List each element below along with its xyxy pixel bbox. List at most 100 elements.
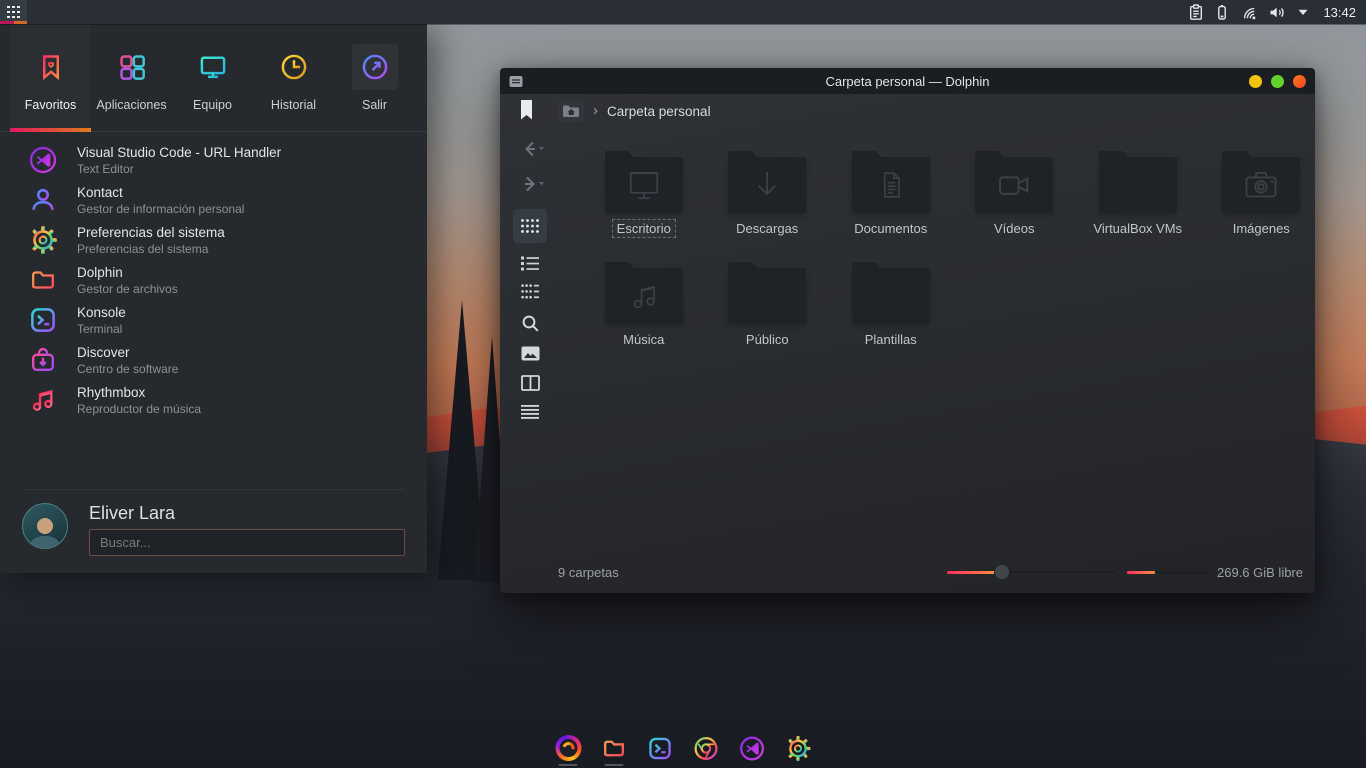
dolphin-titlebar[interactable]: Carpeta personal — Dolphin <box>500 68 1315 94</box>
app-item-system-settings[interactable]: Preferencias del sistema Preferencias de… <box>28 225 427 255</box>
icons-view-icon <box>520 218 540 234</box>
leave-arrow-icon <box>352 44 398 90</box>
history-clock-icon <box>271 44 317 90</box>
download-glyph <box>749 167 785 203</box>
dock-chrome[interactable] <box>693 735 720 766</box>
zoom-slider-handle[interactable] <box>994 564 1010 580</box>
icons-view-button[interactable] <box>513 209 547 243</box>
app-name: Preferencias del sistema <box>77 225 225 240</box>
breadcrumb-location[interactable]: Carpeta personal <box>607 104 711 119</box>
applications-grid-icon <box>109 44 155 90</box>
app-grid-icon <box>7 6 20 19</box>
dolphin-folder-icon <box>601 735 628 762</box>
details-view-button[interactable] <box>521 284 539 299</box>
minimize-button[interactable] <box>1249 75 1262 88</box>
dock-firefox[interactable] <box>555 735 582 766</box>
bookmark-icon[interactable] <box>520 99 533 126</box>
vscode-icon <box>28 145 58 175</box>
tab-salir[interactable]: Salir <box>334 24 415 131</box>
launcher-active-underline <box>0 21 27 24</box>
folder-virtualbox-vms[interactable]: VirtualBox VMs <box>1076 150 1200 238</box>
disk-usage-bar <box>1127 571 1207 574</box>
search-input[interactable] <box>89 529 405 556</box>
forward-button[interactable] <box>515 175 545 193</box>
system-tray: 13:42 <box>1188 4 1366 21</box>
preview-button[interactable] <box>521 346 540 361</box>
video-camera-glyph <box>995 168 1033 202</box>
folder-icon <box>605 268 683 324</box>
search-icon <box>521 314 540 333</box>
folder-imagenes[interactable]: Imágenes <box>1200 150 1316 238</box>
app-name: Visual Studio Code - URL Handler <box>77 145 281 160</box>
folder-plantillas[interactable]: Plantillas <box>829 261 953 349</box>
battery-icon[interactable] <box>1215 4 1229 21</box>
app-name: Dolphin <box>77 265 178 280</box>
folder-icon <box>1222 157 1300 213</box>
folder-descargas[interactable]: Descargas <box>706 150 830 238</box>
app-desc: Gestor de archivos <box>77 282 178 296</box>
tab-historial[interactable]: Historial <box>253 24 334 131</box>
tab-aplicaciones[interactable]: Aplicaciones <box>91 24 172 131</box>
maximize-button[interactable] <box>1271 75 1284 88</box>
folder-label: Escritorio <box>612 219 676 238</box>
folder-publico[interactable]: Público <box>706 261 830 349</box>
app-item-dolphin[interactable]: Dolphin Gestor de archivos <box>28 265 427 295</box>
dolphin-statusbar: 9 carpetas 269.6 GiB libre <box>500 555 1315 593</box>
app-launcher-button[interactable] <box>0 0 27 24</box>
app-item-discover[interactable]: Discover Centro de software <box>28 345 427 375</box>
details-view-icon <box>521 284 539 299</box>
folder-label: Música <box>618 330 669 349</box>
dock-vscode[interactable] <box>739 735 766 766</box>
top-panel: 13:42 <box>0 0 1366 24</box>
dock-konsole[interactable] <box>647 735 674 766</box>
folder-videos[interactable]: Vídeos <box>953 150 1077 238</box>
home-folder-button[interactable] <box>558 101 584 122</box>
system-settings-gear-icon <box>28 225 58 255</box>
app-desc: Text Editor <box>77 162 281 176</box>
tab-label: Aplicaciones <box>96 98 166 112</box>
folder-label: Público <box>741 330 794 349</box>
tab-equipo[interactable]: Equipo <box>172 24 253 131</box>
dock-system-settings[interactable] <box>785 735 812 766</box>
firefox-icon <box>555 735 581 761</box>
folder-musica[interactable]: Música <box>582 261 706 349</box>
folder-icon <box>852 268 930 324</box>
dock-dolphin[interactable] <box>601 735 628 766</box>
user-avatar[interactable] <box>22 503 68 549</box>
clock[interactable]: 13:42 <box>1323 5 1356 20</box>
menu-button[interactable] <box>521 405 539 419</box>
tab-favoritos[interactable]: Favoritos <box>10 24 91 131</box>
volume-icon[interactable] <box>1268 4 1286 21</box>
dolphin-folder-icon <box>28 265 58 295</box>
home-folder-icon <box>562 104 580 118</box>
user-avatar-image <box>25 514 65 548</box>
folder-grid: Escritorio Descargas Documentos <box>582 150 1315 349</box>
menu-icon <box>521 405 539 419</box>
back-button[interactable] <box>515 140 545 158</box>
network-signal-icon[interactable] <box>1240 4 1257 21</box>
close-button[interactable] <box>1293 75 1306 88</box>
clipboard-icon[interactable] <box>1188 4 1204 21</box>
split-view-icon <box>521 375 540 391</box>
search-button[interactable] <box>521 314 540 333</box>
app-name: Rhythmbox <box>77 385 201 400</box>
zoom-slider[interactable] <box>947 564 1115 580</box>
disk-usage-fill <box>1127 571 1155 574</box>
app-item-rhythmbox[interactable]: Rhythmbox Reproductor de música <box>28 385 427 415</box>
preview-icon <box>521 346 540 361</box>
discover-bag-icon <box>28 345 58 375</box>
konsole-terminal-icon <box>647 735 674 762</box>
compact-view-button[interactable] <box>521 256 539 271</box>
app-item-kontact[interactable]: Kontact Gestor de información personal <box>28 185 427 215</box>
app-item-vscode[interactable]: Visual Studio Code - URL Handler Text Ed… <box>28 145 427 175</box>
split-view-button[interactable] <box>521 375 540 391</box>
rhythmbox-notes-icon <box>28 385 58 415</box>
zoom-slider-fill <box>947 571 995 574</box>
app-item-konsole[interactable]: Konsole Terminal <box>28 305 427 335</box>
application-launcher-panel: Favoritos Aplicaciones Equipo <box>0 24 427 573</box>
folder-documentos[interactable]: Documentos <box>829 150 953 238</box>
caret-down-icon[interactable] <box>1297 7 1309 17</box>
tab-label: Historial <box>271 98 316 112</box>
folder-escritorio[interactable]: Escritorio <box>582 150 706 238</box>
folder-icon <box>1099 157 1177 213</box>
